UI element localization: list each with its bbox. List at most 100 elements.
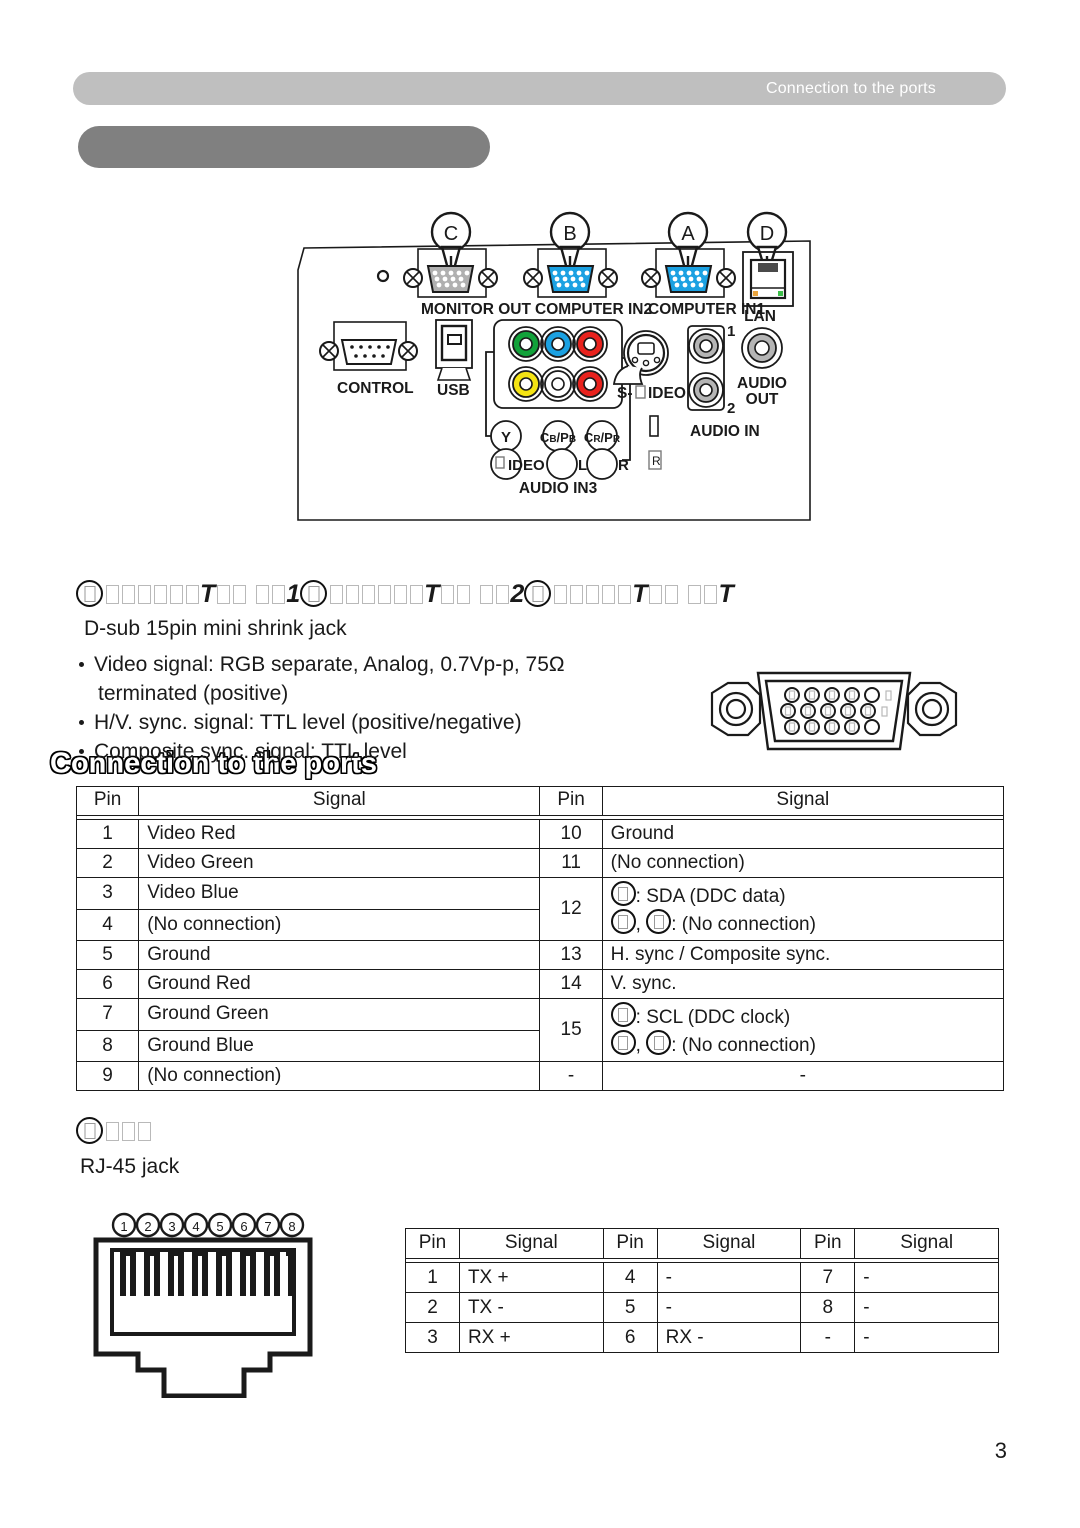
rj45-contacts (120, 1250, 294, 1296)
rj45-pin-numbers: 1 2 3 4 5 6 7 8 (111, 1212, 305, 1238)
table-row: 2 TX - 5 - 8 - (405, 1292, 999, 1323)
svg-text:R: R (618, 457, 629, 474)
header-signal-2: Signal (656, 1228, 802, 1259)
label-audio-in: AUDIO IN (690, 423, 760, 440)
signal-cell: - (854, 1292, 999, 1323)
svg-text:IDEO: IDEO (648, 385, 686, 402)
dsub-left-screw-mount (710, 681, 762, 737)
label-computer-in2: COMPUTER IN2 (535, 301, 652, 318)
svg-text:1: 1 (727, 323, 735, 340)
svg-text:L: L (578, 457, 587, 474)
signal-cell: (No connection) (138, 908, 541, 941)
pin-cell: 12 (539, 877, 603, 941)
section-heading-computer-in: T 1T 2T T (76, 580, 734, 609)
circled-a-glyph (610, 1002, 636, 1027)
table-row: 7 Ground Green 15 : SCL (DDC clock) , : … (75, 998, 1005, 1062)
pin-cell: 4 (602, 1262, 658, 1293)
pin-cell: 2 (75, 848, 140, 878)
table-row: 2 Video Green 11 (No connection) (75, 848, 1005, 878)
pin-cell: 2 (405, 1292, 460, 1323)
circled-a-glyph (610, 881, 636, 906)
label-usb: USB (437, 382, 470, 399)
svg-text:2: 2 (144, 1219, 151, 1234)
svg-text:B: B (563, 223, 576, 245)
pin-cell: 4 (75, 908, 140, 941)
pin-cell: 11 (539, 848, 603, 878)
port-s-video: S- IDEO R (612, 330, 686, 470)
pin-cell: 8 (800, 1292, 856, 1323)
signal-cell: Video Green (138, 848, 541, 878)
signal-cell: Ground Blue (138, 1029, 541, 1062)
rj45-jack-illustration: 1 2 3 4 5 6 7 8 (78, 1208, 396, 1403)
page-number: 3 (994, 1438, 1007, 1463)
table-row: 5 Ground 13 H. sync / Composite sync. (75, 940, 1005, 970)
component-labels: Y CB/PB CR/PR (490, 420, 621, 452)
spec-bullet-composite-sync: Composite sync. signal: TTL level (76, 737, 676, 766)
signal-cell-pin15: : SCL (DDC clock) , : (No connection) (601, 998, 1005, 1062)
signal-cell: H. sync / Composite sync. (601, 940, 1005, 970)
circled-c-glyph (646, 1030, 672, 1055)
port-audio-out: AUDIO OUT (737, 327, 787, 408)
pin-cell: 7 (800, 1262, 856, 1293)
header-signal-3: Signal (854, 1228, 999, 1259)
header-pin-3: Pin (800, 1228, 856, 1259)
port-lan (742, 251, 794, 307)
pin-cell: 14 (539, 969, 603, 999)
svg-text:7: 7 (264, 1219, 271, 1234)
pin-cell: 13 (539, 940, 603, 970)
svg-text:A: A (681, 223, 695, 245)
header-signal-1: Signal (458, 1228, 604, 1259)
rca-cb-blue (540, 326, 576, 362)
table-row: 3 Video Blue 12 : SDA (DDC data) , : (No… (75, 877, 1005, 941)
dsub-15pin-connector-illustration (700, 655, 968, 772)
svg-text:IDEO: IDEO (508, 457, 545, 474)
table-row: 6 Ground Red 14 V. sync. (75, 969, 1005, 999)
projector-port-panel-diagram: C B A D MONITOR OUT COMPUTER IN2 COMPUTE… (290, 208, 820, 528)
signal-cell: Ground Red (138, 969, 541, 999)
svg-text:R: R (652, 454, 661, 468)
lan-pin-assignment-table: Pin Signal Pin Signal Pin Signal 1 TX + … (405, 1228, 999, 1353)
signal-cell: (No connection) (601, 848, 1005, 878)
rca-cr-red (572, 326, 608, 362)
signal-cell: - (656, 1292, 802, 1323)
circled-c-glyph (646, 909, 672, 934)
pin-cell: 7 (75, 998, 140, 1031)
circled-b-glyph (610, 909, 636, 934)
table-header-row: Pin Signal Pin Signal (75, 786, 1005, 816)
label-audio-in3: AUDIO IN3 (519, 480, 598, 497)
signal-cell-pin12: : SDA (DDC data) , : (No connection) (601, 877, 1005, 941)
pin-cell: 1 (75, 819, 140, 849)
indicator-hole (376, 269, 390, 283)
pin-cell: 8 (75, 1029, 140, 1062)
rj45-subtitle: RJ-45 jack (80, 1155, 180, 1178)
manual-page: Connection to the ports Connection to th… (0, 0, 1080, 1528)
signal-cell: RX - (656, 1322, 802, 1353)
spec-bullet-video-signal: Video signal: RGB separate, Analog, 0.7V… (76, 650, 676, 708)
header-pin-2: Pin (602, 1228, 658, 1259)
pin-cell: 5 (75, 940, 140, 970)
spec-bullet-sync-signal: H/V. sync. signal: TTL level (positive/n… (76, 708, 676, 737)
signal-cell: Ground (601, 819, 1005, 849)
port-control: CONTROL (319, 321, 418, 397)
svg-text:6: 6 (240, 1219, 247, 1234)
dsub-right-screw-mount (906, 681, 958, 737)
svg-text:8: 8 (288, 1219, 295, 1234)
table-header-row: Pin Signal Pin Signal Pin Signal (405, 1228, 999, 1259)
header-pin-left: Pin (75, 786, 140, 816)
signal-cell: RX + (458, 1322, 604, 1353)
circled-a-glyph (76, 580, 103, 607)
svg-text:OUT: OUT (746, 391, 779, 408)
section-heading-lan (76, 1117, 152, 1146)
signal-cell: - (656, 1262, 802, 1293)
signal-cell: (No connection) (138, 1061, 541, 1091)
pin-cell: 6 (75, 969, 140, 999)
circled-c-glyph (524, 580, 552, 607)
signal-cell: V. sync. (601, 969, 1005, 999)
pin-cell: - (539, 1061, 603, 1091)
svg-text:4: 4 (192, 1219, 199, 1234)
running-header-title: Connection to the ports (765, 79, 936, 97)
rca-audio-r-red (572, 366, 608, 402)
signal-cell: Video Blue (138, 877, 541, 910)
svg-text:AUDIO: AUDIO (737, 375, 787, 392)
pin-cell: 15 (539, 998, 603, 1062)
